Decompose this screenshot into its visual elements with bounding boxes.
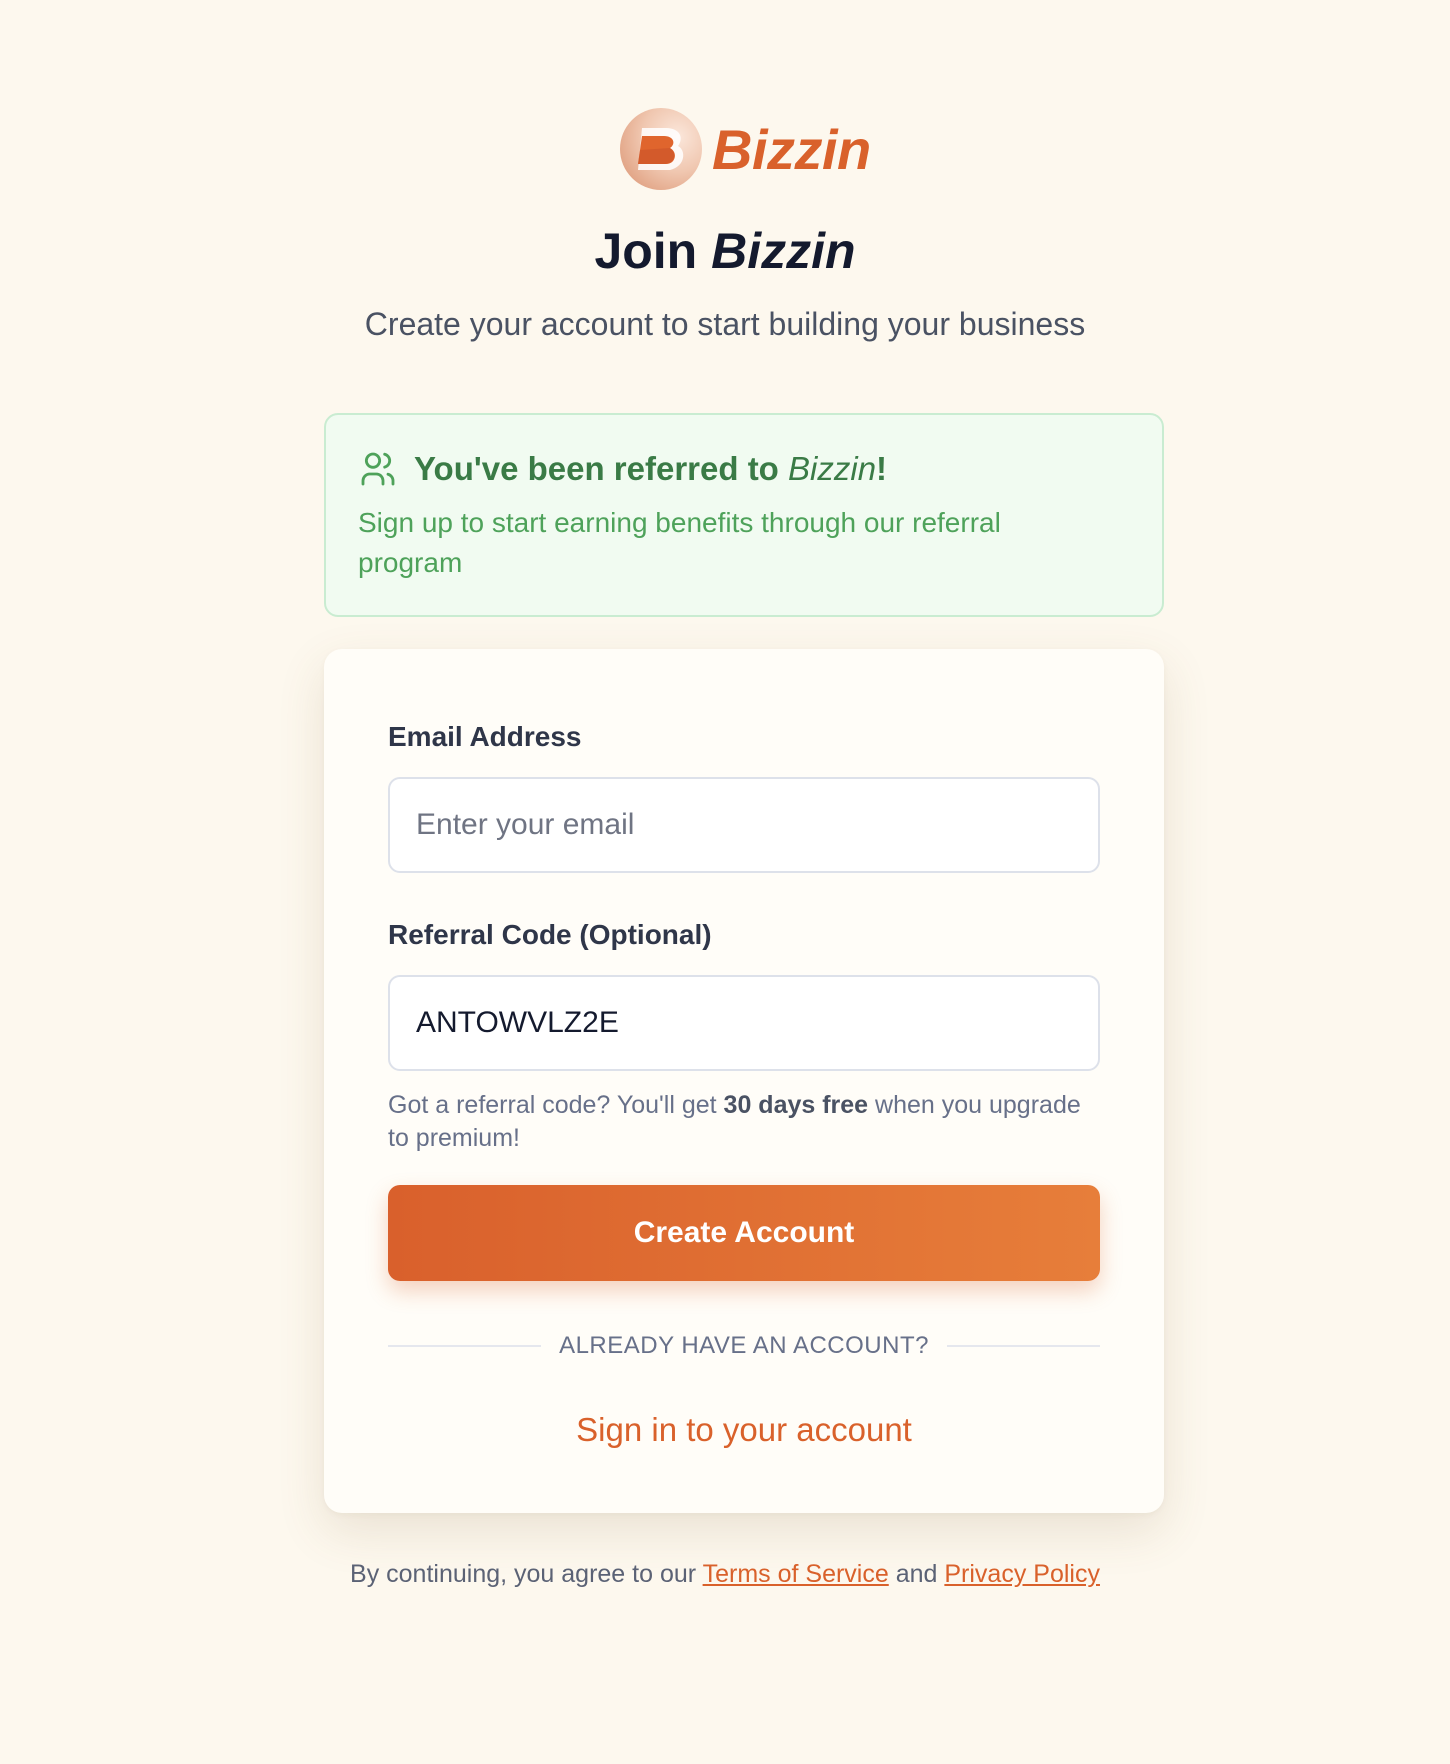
referral-code-label: Referral Code (Optional) [388, 919, 712, 950]
referral-banner-title: You've been referred to Bizzin! [414, 450, 887, 488]
page-title: Join Bizzin [0, 222, 1450, 280]
referral-code-field-container [388, 975, 1100, 1071]
terms-of-service-link[interactable]: Terms of Service [703, 1560, 889, 1588]
create-account-button[interactable]: Create Account [388, 1185, 1100, 1281]
referral-banner-title-prefix: You've been referred to [414, 450, 789, 487]
email-field-container [388, 777, 1100, 873]
sign-in-link[interactable]: Sign in to your account [388, 1411, 1100, 1449]
referral-hint-bold: 30 days free [723, 1091, 869, 1119]
legal-footer-middle: and [888, 1560, 945, 1588]
referral-hint-prefix: Got a referral code? You'll get [388, 1091, 724, 1119]
referral-banner: You've been referred to Bizzin! Sign up … [324, 413, 1164, 617]
email-field[interactable] [416, 808, 1072, 842]
privacy-policy-link[interactable]: Privacy Policy [944, 1560, 1100, 1588]
divider-line-left [388, 1345, 542, 1347]
bizzin-logo-icon [620, 108, 702, 190]
signup-card: Email Address Referral Code (Optional) G… [324, 649, 1164, 1513]
page-title-brand: Bizzin [711, 223, 856, 279]
page-subtitle: Create your account to start building yo… [364, 306, 1086, 342]
legal-footer-prefix: By continuing, you agree to our [350, 1560, 703, 1588]
users-icon [361, 452, 395, 486]
legal-footer: By continuing, you agree to our Terms of… [0, 1560, 1450, 1589]
brand-name: Bizzin [712, 117, 871, 181]
referral-banner-title-brand: Bizzin [788, 450, 877, 487]
referral-banner-text: Sign up to start earning benefits throug… [358, 507, 1001, 578]
referral-hint: Got a referral code? You'll get 30 days … [388, 1089, 1100, 1155]
divider-text: ALREADY HAVE AN ACCOUNT? [559, 1332, 929, 1359]
page-title-prefix: Join [594, 223, 712, 279]
divider-line-right [946, 1345, 1101, 1347]
referral-banner-title-suffix: ! [876, 450, 888, 487]
divider: ALREADY HAVE AN ACCOUNT? [388, 1331, 1101, 1361]
brand: Bizzin [620, 108, 871, 190]
referral-banner-header: You've been referred to Bizzin! [358, 449, 1130, 489]
email-label: Email Address [388, 721, 582, 752]
referral-code-field[interactable] [416, 1006, 1072, 1040]
